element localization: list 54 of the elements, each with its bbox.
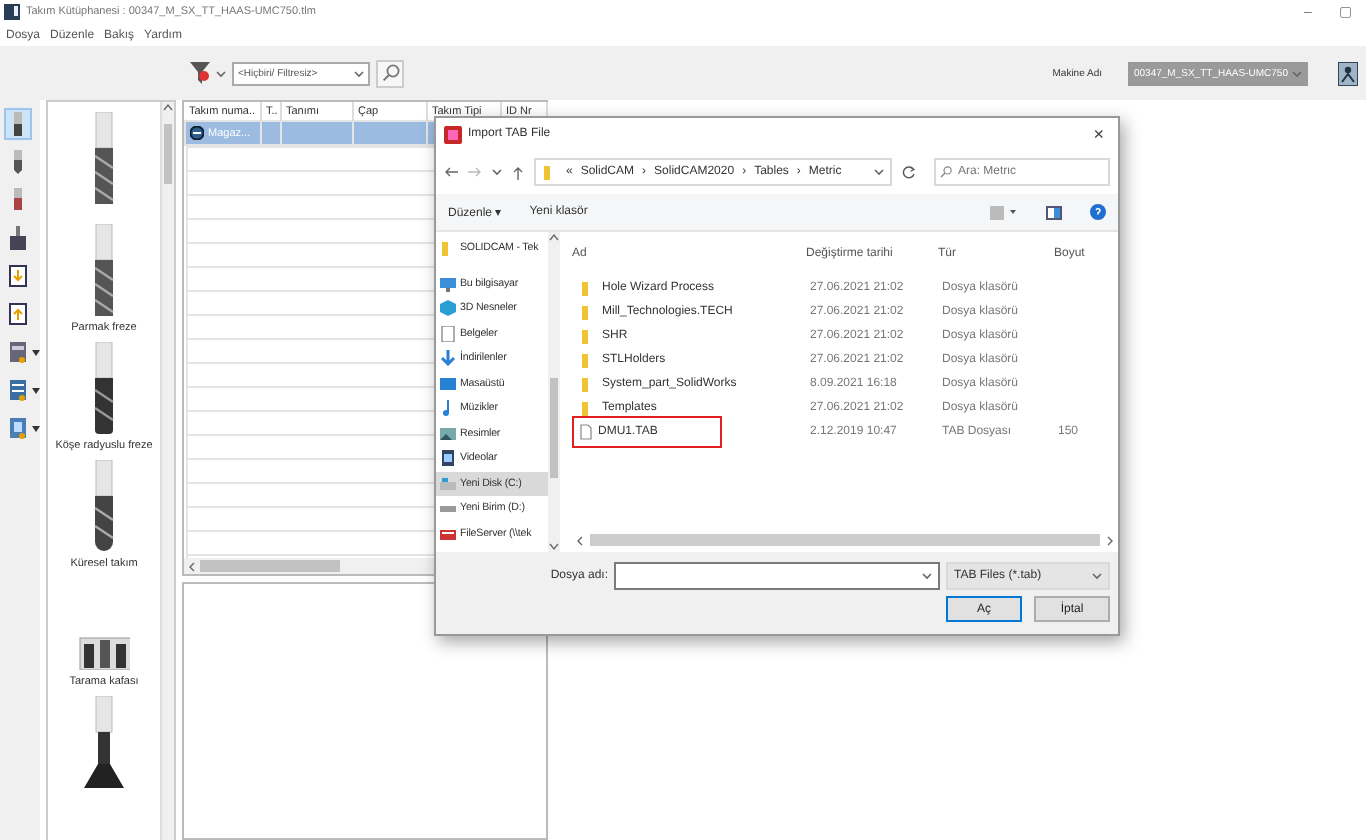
download-icon xyxy=(440,350,456,367)
desktop-icon xyxy=(440,375,456,392)
search-button[interactable] xyxy=(376,59,404,87)
caret-icon xyxy=(1292,69,1302,77)
tool-holder-icon[interactable] xyxy=(8,226,28,250)
import-icon[interactable] xyxy=(8,264,28,288)
filter-icon[interactable] xyxy=(190,62,210,84)
computer-icon xyxy=(440,275,456,292)
image-icon xyxy=(440,425,456,442)
help-icon[interactable] xyxy=(1090,204,1106,220)
scroll-up-icon[interactable] xyxy=(548,232,560,242)
search-icon xyxy=(381,64,399,82)
file-name-field[interactable] xyxy=(614,562,940,590)
preview-pane-icon[interactable] xyxy=(1046,205,1062,219)
cube-icon xyxy=(440,300,456,317)
up-arrow-icon[interactable] xyxy=(512,165,524,179)
file-icon xyxy=(580,424,592,440)
view-options-icon[interactable] xyxy=(990,205,1018,219)
export-icon[interactable] xyxy=(8,302,28,326)
caret-icon xyxy=(216,69,226,77)
collapse-icon[interactable] xyxy=(190,126,204,140)
dropdown-arrow-icon[interactable] xyxy=(32,387,40,393)
dropdown-arrow-icon[interactable] xyxy=(32,425,40,431)
search-icon xyxy=(940,166,952,178)
close-button[interactable]: × xyxy=(1087,124,1110,144)
caret-icon xyxy=(1092,572,1102,580)
scroll-right-icon[interactable] xyxy=(1106,535,1114,545)
scroll-left-icon[interactable] xyxy=(576,535,584,545)
scrollbar-thumb[interactable] xyxy=(200,560,340,572)
drive-icon xyxy=(440,500,456,517)
table-icon[interactable] xyxy=(8,340,28,364)
caret-icon xyxy=(874,168,884,176)
machine-icon[interactable] xyxy=(1338,61,1358,85)
scrollbar-thumb[interactable] xyxy=(590,534,1100,546)
back-arrow-icon[interactable] xyxy=(444,166,458,178)
scroll-left-icon[interactable] xyxy=(188,561,196,571)
refresh-icon[interactable] xyxy=(902,165,916,179)
caret-icon xyxy=(922,572,932,580)
caret-icon xyxy=(354,69,364,77)
app-logo-icon xyxy=(4,4,20,20)
dropdown-arrow-icon[interactable] xyxy=(32,349,40,355)
list-icon[interactable] xyxy=(8,378,28,402)
drive-icon xyxy=(440,475,456,492)
sheet-icon[interactable] xyxy=(8,416,28,440)
scrollbar-thumb[interactable] xyxy=(550,378,558,478)
tap-tool-icon[interactable] xyxy=(8,188,28,212)
end-mill-icon[interactable] xyxy=(8,112,28,136)
scroll-up-icon[interactable] xyxy=(162,102,174,112)
scroll-down-icon[interactable] xyxy=(548,542,560,552)
app-logo-icon xyxy=(444,125,462,143)
video-icon xyxy=(440,450,456,467)
t-slot-cutter-icon[interactable] xyxy=(78,696,130,788)
caret-icon xyxy=(492,168,502,176)
drill-icon[interactable] xyxy=(8,150,28,174)
